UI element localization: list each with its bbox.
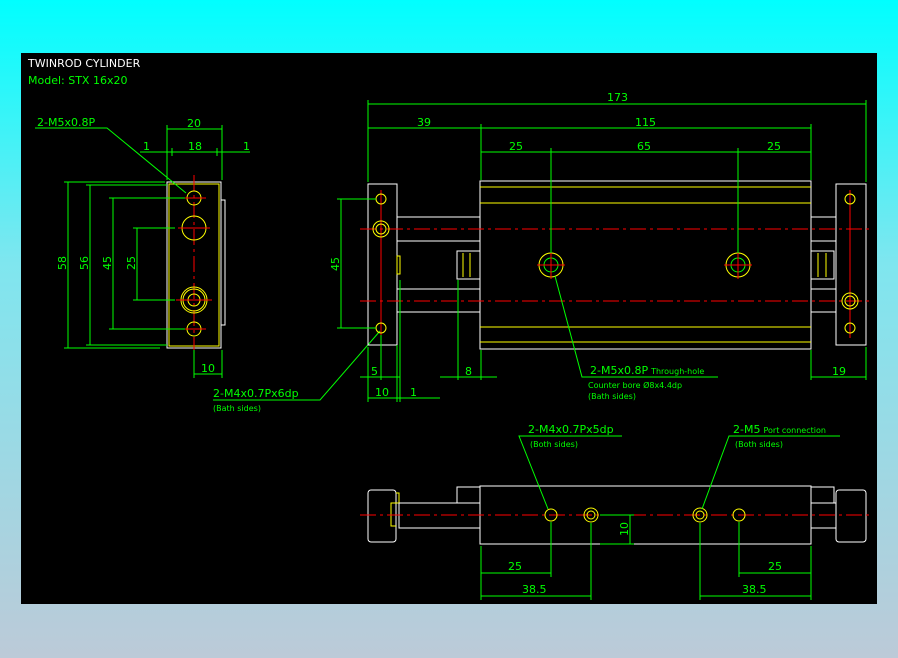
- dim-38-5-right: 38.5: [742, 583, 767, 596]
- dim-25-a: 25: [509, 140, 523, 153]
- callout-m4-5dp-note: (Both sides): [530, 440, 578, 449]
- dim-25-right: 25: [768, 560, 782, 573]
- dim-25-left: 25: [508, 560, 522, 573]
- dim-10-front: 10: [375, 386, 389, 399]
- dim-1-front: 1: [410, 386, 417, 399]
- dim-5: 5: [371, 365, 378, 378]
- callout-m4-6dp: 2-M4x0.7Px6dp: [213, 387, 299, 400]
- dim-45-front: 45: [329, 257, 342, 271]
- dim-173: 173: [607, 91, 628, 104]
- dim-39: 39: [417, 116, 431, 129]
- model-label: Model: STX 16x20: [28, 74, 127, 87]
- dim-1-right: 1: [243, 140, 250, 153]
- dim-25: 25: [125, 256, 138, 270]
- dim-65: 65: [637, 140, 651, 153]
- callout-m4-5dp: 2-M4x0.7Px5dp: [528, 423, 614, 436]
- callout-counter-bore: Counter bore Ø8x4.4dp: [588, 380, 682, 390]
- dim-18: 18: [188, 140, 202, 153]
- cad-drawing: TWINROD CYLINDER Model: STX 16x20 20 18 …: [21, 53, 877, 604]
- drawing-title: TWINROD CYLINDER: [27, 57, 141, 70]
- callout-port-note: (Both sides): [735, 440, 783, 449]
- dim-1-left: 1: [143, 140, 150, 153]
- dim-115: 115: [635, 116, 656, 129]
- dim-25-b: 25: [767, 140, 781, 153]
- dim-38-5-left: 38.5: [522, 583, 547, 596]
- dim-8: 8: [465, 365, 472, 378]
- dim-56: 56: [78, 256, 91, 270]
- callout-m4-note: (Bath sides): [213, 404, 261, 413]
- dim-10: 10: [201, 362, 215, 375]
- dim-58: 58: [56, 256, 69, 270]
- dim-10-bottom: 10: [618, 522, 631, 536]
- dim-45: 45: [101, 256, 114, 270]
- dim-19: 19: [832, 365, 846, 378]
- dim-20: 20: [187, 117, 201, 130]
- callout-m5: 2-M5x0.8P: [37, 116, 95, 129]
- callout-through-hole-note: (Bath sides): [588, 392, 636, 401]
